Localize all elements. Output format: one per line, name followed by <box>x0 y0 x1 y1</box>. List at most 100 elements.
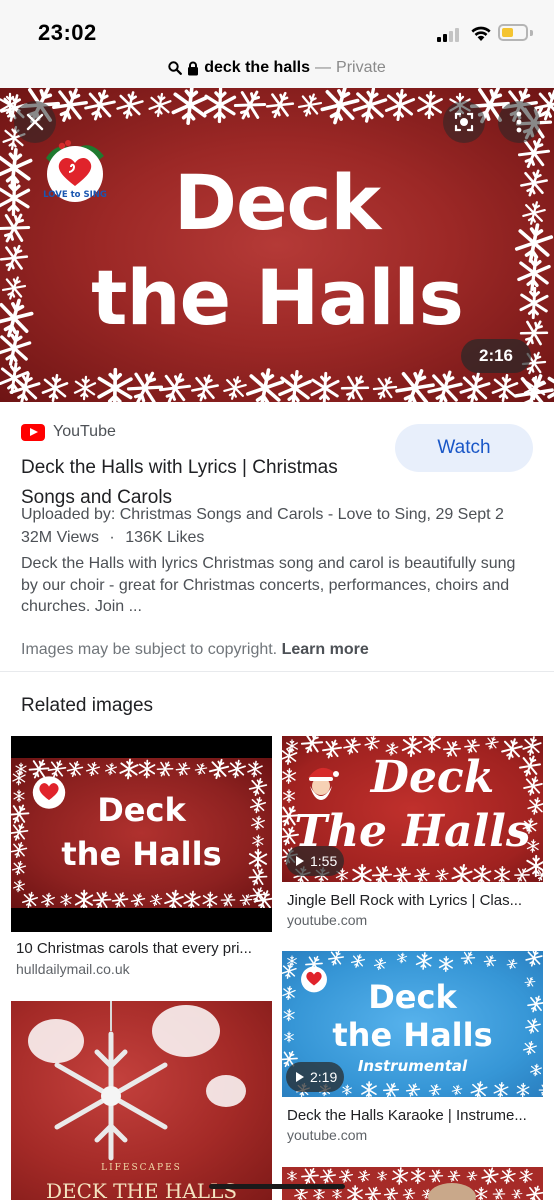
snowflake-decoration <box>174 759 192 779</box>
snowflake-decoration <box>59 893 73 907</box>
snowflake-decoration <box>413 865 431 882</box>
snowflake-decoration <box>474 1186 488 1200</box>
snowflake-decoration <box>469 1079 489 1097</box>
snowflake-decoration <box>357 1168 371 1184</box>
snowflake-decoration <box>363 1183 383 1200</box>
snowflake-decoration <box>524 951 543 969</box>
snowflake-decoration <box>154 758 176 780</box>
snowflake-decoration <box>493 1081 509 1097</box>
snowflake-decoration <box>434 867 450 882</box>
snowflake-decoration <box>349 952 367 970</box>
snowflake-decoration <box>244 365 286 402</box>
snowflake-decoration <box>427 1082 443 1097</box>
snowflake-decoration <box>457 369 493 402</box>
url-bar[interactable]: deck the halls — Private <box>0 52 554 88</box>
snowflake-decoration <box>219 890 237 908</box>
result-title[interactable]: Deck the Halls with Lyrics | Christmas S… <box>21 453 381 513</box>
learn-more-link[interactable]: Learn more <box>282 641 369 658</box>
snowflake-decoration <box>40 891 56 908</box>
battery-icon <box>498 24 528 41</box>
status-time: 23:02 <box>38 20 97 45</box>
thumbnail-title-line2: the Halls <box>61 835 222 873</box>
lens-button[interactable] <box>443 101 485 143</box>
snowflake-decoration <box>446 1168 462 1184</box>
snowflake-decoration <box>383 88 417 123</box>
snowflake-decoration <box>510 1187 524 1200</box>
stats-separator: · <box>109 529 115 546</box>
hero-image[interactable]: Deck the Halls LOVE to SING 2:16 <box>0 88 554 402</box>
snowflake-decoration <box>396 951 408 965</box>
watch-button[interactable]: Watch <box>395 424 533 472</box>
snowflake-decoration <box>85 760 101 778</box>
related-site: youtube.com <box>287 1127 368 1143</box>
snowflake-decoration <box>361 1080 377 1097</box>
snowflake-decoration <box>156 368 194 402</box>
snowflake-decoration <box>263 88 297 123</box>
cellular-signal-icon <box>437 26 463 42</box>
snowflake-decoration <box>318 1167 338 1186</box>
hero-title-line2: the Halls <box>91 253 464 342</box>
thumbnail-brand: LIFESCAPES <box>101 1163 182 1173</box>
related-title[interactable]: 10 Christmas carols that every pri... <box>16 940 266 957</box>
snowflake-decoration <box>287 955 297 967</box>
thumbnail-title-line2: the Halls <box>332 1016 493 1054</box>
result-source[interactable]: YouTube <box>21 423 116 441</box>
copyright-notice: Images may be subject to copyright. Lear… <box>21 641 369 659</box>
battery-tip <box>530 30 533 36</box>
snowflake-decoration <box>499 1167 517 1186</box>
snowflake-decoration <box>12 770 26 786</box>
snowflake-decoration <box>352 863 372 882</box>
snowflake-decoration <box>182 889 202 908</box>
related-thumbnail[interactable]: Deck The Halls 1:55 <box>282 736 543 882</box>
snowflake-decoration <box>493 865 511 882</box>
snowflake-decoration <box>227 758 247 780</box>
thumbnail-title-line1: Deck <box>370 752 495 803</box>
snowflake-decoration <box>97 367 133 402</box>
snowflake-decoration <box>149 892 163 908</box>
snowflake-decoration <box>363 736 381 753</box>
like-count: 136K Likes <box>125 529 205 546</box>
snowflake-decoration <box>138 759 156 779</box>
status-bar: 23:02 <box>0 0 554 52</box>
result-description: Deck the Halls with lyrics Christmas son… <box>21 555 516 615</box>
snowflake-decoration <box>427 1167 445 1186</box>
snowflake-decoration <box>230 88 270 126</box>
thumbnail-title-line1: Deck <box>97 791 186 829</box>
snowflake-decoration <box>238 892 254 908</box>
snowflake-decoration <box>246 759 264 779</box>
copyright-text: Images may be subject to copyright. <box>21 641 278 658</box>
snowflake-decoration <box>516 1082 530 1097</box>
snowflake-decoration <box>298 736 326 757</box>
snowflake-decoration <box>310 371 340 402</box>
related-thumbnail[interactable]: Deck the Halls <box>11 736 272 932</box>
logo-text: LOVE to SING <box>43 190 107 200</box>
snowflake-decoration <box>331 1188 343 1200</box>
snowflake-decoration <box>524 1183 543 1200</box>
snowflake-decoration <box>48 88 92 128</box>
snowflake-decoration <box>202 891 218 908</box>
snowflake-decoration <box>518 1168 534 1184</box>
snowflake-decoration <box>170 88 210 127</box>
related-thumbnail[interactable]: LIFESCAPES DECK THE HALLS <box>11 1001 272 1200</box>
upload-info: Uploaded by: Christmas Songs and Carols … <box>21 506 504 523</box>
snowflake-decoration <box>337 369 373 402</box>
snowflake-decoration <box>12 878 26 894</box>
wifi-icon <box>471 26 491 41</box>
snowflake-decoration <box>347 1184 363 1200</box>
related-title[interactable]: Deck the Halls Karaoke | Instrume... <box>287 1107 537 1124</box>
close-button[interactable] <box>14 101 56 143</box>
snowflake-decoration <box>147 91 173 119</box>
more-options-button[interactable] <box>498 101 540 143</box>
snowflake-decoration <box>416 90 444 120</box>
snowflake-decoration <box>90 888 114 908</box>
snowflake-decoration <box>482 953 498 969</box>
home-indicator[interactable] <box>209 1184 345 1189</box>
related-title[interactable]: Jingle Bell Rock with Lyrics | Clas... <box>287 892 537 909</box>
video-duration-badge: 2:16 <box>461 339 531 373</box>
snowflake-decoration <box>341 736 363 757</box>
snowflake-decoration <box>547 367 554 402</box>
source-name: YouTube <box>53 423 116 440</box>
url-separator: — <box>315 59 332 76</box>
snowflake-decoration <box>391 1167 409 1186</box>
related-thumbnail[interactable]: Deck the Halls Instrumental 2:19 <box>282 951 543 1097</box>
